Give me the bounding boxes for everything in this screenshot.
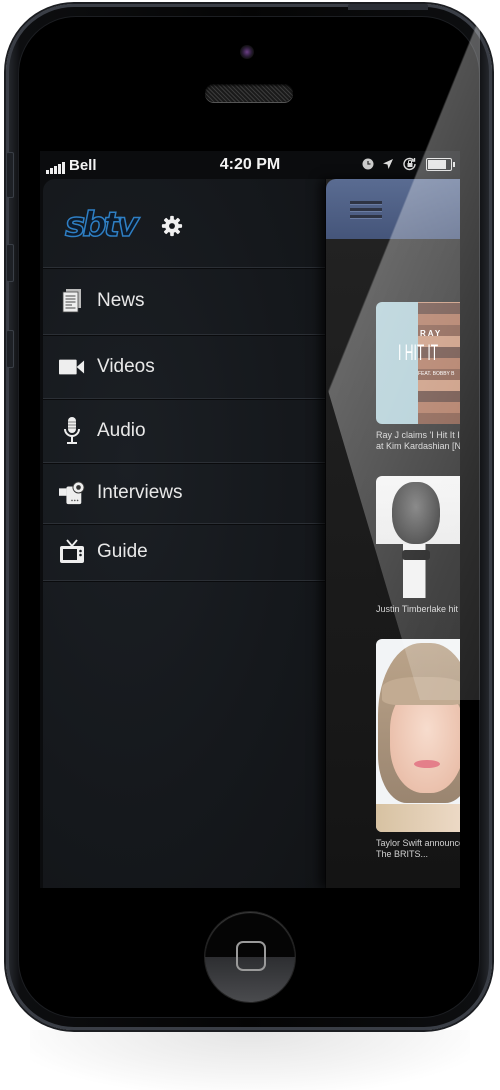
menu-item-label: Videos xyxy=(97,355,155,377)
microphone-icon xyxy=(59,416,85,444)
menu-item-videos[interactable]: Videos xyxy=(43,335,325,399)
portrait-lips xyxy=(414,760,440,768)
home-button[interactable] xyxy=(205,912,295,1002)
portrait-face xyxy=(392,482,440,544)
article-card[interactable]: Justin Timberlake hit xyxy=(376,476,460,615)
menu-item-guide[interactable]: Guide xyxy=(43,524,325,581)
volume-down-button xyxy=(6,330,14,368)
menu-item-news[interactable]: News xyxy=(43,268,325,335)
menu-item-label: Guide xyxy=(97,541,148,562)
article-title: Taylor Swift announce The BRITS... xyxy=(376,838,460,859)
menu-item-interviews[interactable]: Interviews xyxy=(43,463,325,524)
article-title: Justin Timberlake hit xyxy=(376,604,459,614)
portrait-dress xyxy=(376,804,460,832)
video-camera-icon xyxy=(59,354,85,380)
camcorder-icon xyxy=(59,480,85,506)
sbtv-logo[interactable]: sbtv xyxy=(64,204,140,246)
gear-icon[interactable] xyxy=(161,215,183,237)
article-thumbnail xyxy=(376,476,460,598)
menu-header: sbtv xyxy=(43,179,325,268)
front-camera xyxy=(240,45,254,59)
rotation-lock-icon xyxy=(403,157,416,171)
portrait-bowtie xyxy=(402,550,430,560)
article-title: Ray J claims 'I Hit It I at Kim Kardashi… xyxy=(376,430,460,451)
article-card[interactable]: Taylor Swift announce The BRITS... xyxy=(376,639,460,860)
menu-item-label: News xyxy=(97,290,145,311)
article-thumbnail: RAY I HIT IT FEAT. BOBBY B xyxy=(376,302,460,424)
menu-item-audio[interactable]: Audio xyxy=(43,399,325,463)
earpiece-speaker xyxy=(205,84,293,102)
portrait-bangs xyxy=(382,677,460,705)
article-thumbnail xyxy=(376,639,460,832)
hamburger-menu-icon[interactable] xyxy=(350,201,382,221)
location-arrow-icon xyxy=(383,159,393,169)
menu-list: News Videos Audio Interviews Guide xyxy=(43,268,325,581)
nav-bar xyxy=(326,179,460,239)
thumb-artist: RAY xyxy=(420,329,443,338)
article-card[interactable]: RAY I HIT IT FEAT. BOBBY B Ray J claims … xyxy=(376,302,460,452)
thumb-title: I HIT IT xyxy=(398,340,439,365)
battery-icon xyxy=(426,157,455,171)
content-panel: RAY I HIT IT FEAT. BOBBY B Ray J claims … xyxy=(326,179,460,888)
mute-switch xyxy=(6,152,14,198)
side-menu: sbtv News Videos Audio Interviews Guide xyxy=(43,179,325,888)
thumb-feat: FEAT. BOBBY B xyxy=(418,371,455,377)
volume-up-button xyxy=(6,244,14,282)
screen: Bell 4:20 PM sbtv News Videos Audio Inte… xyxy=(40,151,460,888)
home-square-icon xyxy=(236,941,266,971)
status-bar: Bell 4:20 PM xyxy=(40,151,460,179)
newspaper-icon xyxy=(59,288,85,314)
menu-item-label: Interviews xyxy=(97,482,183,503)
menu-item-label: Audio xyxy=(97,419,146,441)
tv-icon xyxy=(59,539,85,565)
alarm-clock-icon xyxy=(362,158,374,170)
sleep-button xyxy=(348,4,428,10)
phone-reflection xyxy=(30,1030,470,1090)
